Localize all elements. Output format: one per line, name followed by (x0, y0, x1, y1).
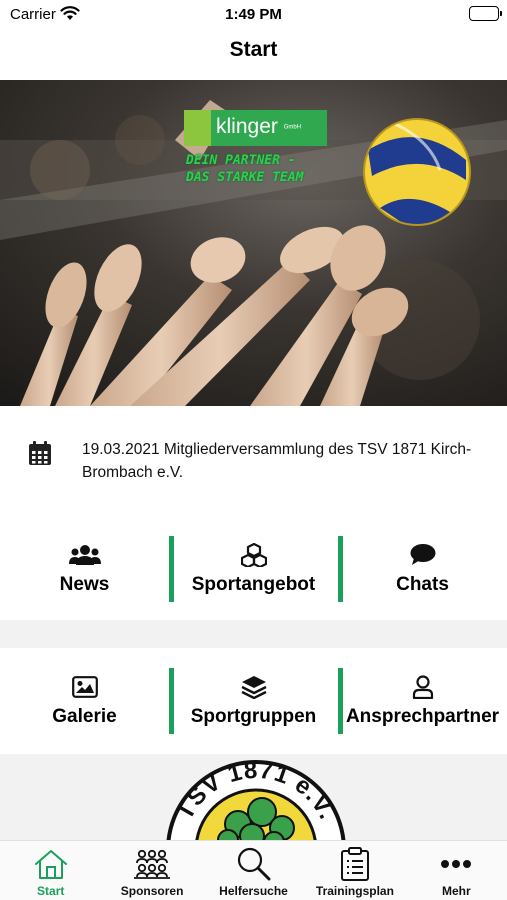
tile-chats[interactable]: Chats (338, 518, 507, 620)
magnifier-icon (236, 847, 272, 881)
clipboard-icon (340, 847, 370, 881)
audience-icon (132, 847, 172, 881)
layers-icon (240, 674, 267, 700)
tile-label: Chats (396, 574, 449, 595)
slogan-line-1: DEIN PARTNER - (186, 153, 296, 168)
sponsor-brand: klinger (216, 115, 278, 138)
tile-label: Sportangebot (191, 574, 316, 595)
image-icon (71, 674, 98, 700)
tab-label: Trainingsplan (315, 884, 394, 898)
tile-divider (338, 668, 343, 734)
tile-divider (169, 668, 174, 734)
tile-row-1: News Sportangebot Chats (0, 518, 507, 620)
tab-label: Mehr (441, 884, 471, 898)
ellipsis-icon (440, 847, 472, 881)
slogan-line-2: DAS STARKE TEAM (186, 170, 304, 185)
event-text: 19.03.2021 Mitgliederversammlung des TSV… (82, 441, 472, 481)
person-icon (412, 674, 434, 700)
tile-divider (338, 536, 343, 602)
tab-helfersuche[interactable]: Helfersuche (203, 841, 304, 900)
sponsor-suffix: GmbH (283, 124, 302, 131)
tab-bar: Start Sponsoren Helfersuche Trainingspla… (0, 840, 507, 900)
sponsor-logo: klinger GmbH (216, 115, 301, 139)
cubes-icon (240, 542, 267, 568)
tile-divider (169, 536, 174, 602)
club-logo-section: TSV 1871 e.V. (0, 754, 507, 840)
house-icon (33, 847, 69, 881)
tile-news[interactable]: News (0, 518, 169, 620)
section-divider (0, 620, 507, 648)
tile-galerie[interactable]: Galerie (0, 648, 169, 754)
calendar-icon (28, 440, 52, 471)
tile-sportangebot[interactable]: Sportangebot (169, 518, 338, 620)
tile-label: Ansprechpartner (345, 706, 500, 727)
chat-bubble-icon (410, 542, 436, 568)
hero-banner[interactable]: klinger GmbH DEIN PARTNER - DAS STARKE T… (0, 80, 507, 406)
tab-label: Sponsoren (120, 884, 184, 898)
status-bar: Carrier 1:49 PM (0, 0, 507, 30)
tile-row-2: Galerie Sportgruppen Ansprechpartner (0, 648, 507, 754)
users-icon (68, 542, 101, 568)
tile-label: News (59, 574, 110, 595)
event-item[interactable]: 19.03.2021 Mitgliederversammlung des TSV… (0, 426, 507, 498)
club-logo: TSV 1871 e.V. (166, 757, 346, 840)
tile-ansprechpartner[interactable]: Ansprechpartner (338, 648, 507, 754)
tab-trainingsplan[interactable]: Trainingsplan (304, 841, 405, 900)
tab-label: Helfersuche (219, 884, 288, 898)
tile-sportgruppen[interactable]: Sportgruppen (169, 648, 338, 754)
sponsor-slogan: DEIN PARTNER - DAS STARKE TEAM (186, 152, 303, 186)
tile-label: Galerie (52, 706, 117, 727)
clock: 1:49 PM (225, 6, 282, 23)
page-title: Start (229, 38, 278, 61)
tile-label: Sportgruppen (190, 706, 317, 727)
tab-start[interactable]: Start (0, 841, 101, 900)
tab-sponsoren[interactable]: Sponsoren (101, 841, 202, 900)
battery-icon (469, 6, 502, 21)
tab-mehr[interactable]: Mehr (406, 841, 507, 900)
tab-label: Start (37, 884, 65, 898)
